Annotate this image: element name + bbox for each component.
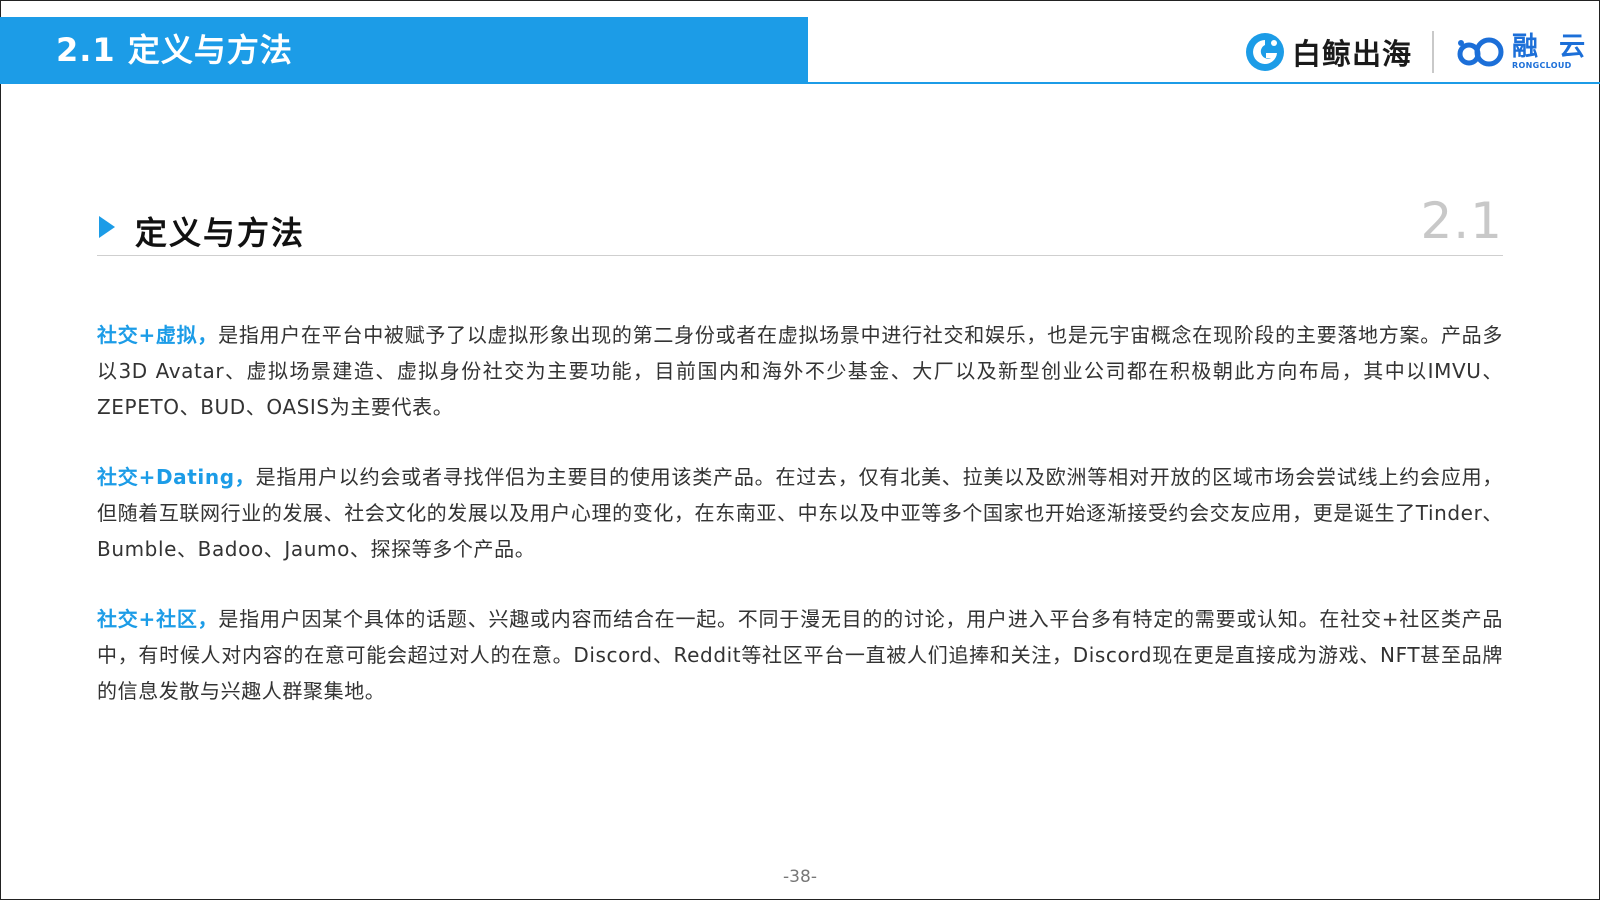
paragraph-body: 是指用户在平台中被赋予了以虚拟形象出现的第二身份或者在虚拟场景中进行社交和娱乐，… — [97, 323, 1504, 419]
baijing-logo-text: 白鲸出海 — [1292, 37, 1413, 71]
paragraph-community: 社交+社区，是指用户因某个具体的话题、兴趣或内容而结合在一起。不同于漫无目的的讨… — [97, 601, 1503, 709]
paragraph-virtual: 社交+虚拟，是指用户在平台中被赋予了以虚拟形象出现的第二身份或者在虚拟场景中进行… — [97, 317, 1503, 425]
rongcloud-logo: 融 云 RONGCLOUD — [1456, 33, 1591, 71]
header-title: 2.1 定义与方法 — [56, 31, 293, 69]
page-number: -38- — [783, 867, 817, 887]
baijing-logo: 白鲸出海 — [1244, 31, 1412, 73]
logo-group: 白鲸出海 融 云 RONGCLOUD — [1244, 27, 1591, 77]
rongcloud-logo-text-cn: 融 云 — [1512, 32, 1592, 62]
paragraph-body: 是指用户因某个具体的话题、兴趣或内容而结合在一起。不同于漫无目的的讨论，用户进入… — [97, 607, 1503, 703]
paragraph-lead: 社交+Dating， — [97, 465, 256, 489]
baijing-logo-icon — [1246, 33, 1284, 71]
section-heading: 定义与方法 2.1 — [97, 192, 1503, 256]
content-body: 社交+虚拟，是指用户在平台中被赋予了以虚拟形象出现的第二身份或者在虚拟场景中进行… — [97, 317, 1503, 743]
paragraph-body: 是指用户以约会或者寻找伴侣为主要目的使用该类产品。在过去，仅有北美、拉美以及欧洲… — [97, 465, 1504, 561]
section-number: 2.1 — [1420, 192, 1503, 250]
paragraph-lead: 社交+虚拟， — [97, 323, 219, 347]
paragraph-lead: 社交+社区， — [97, 607, 219, 631]
logo-divider — [1432, 31, 1435, 73]
triangle-arrow-icon — [99, 216, 115, 238]
rongcloud-logo-icon — [1457, 37, 1504, 67]
paragraph-dating: 社交+Dating，是指用户以约会或者寻找伴侣为主要目的使用该类产品。在过去，仅… — [97, 459, 1503, 567]
rongcloud-logo-text-en: RONGCLOUD — [1512, 61, 1572, 70]
header-rule — [808, 82, 1600, 84]
section-title: 定义与方法 — [135, 214, 306, 252]
